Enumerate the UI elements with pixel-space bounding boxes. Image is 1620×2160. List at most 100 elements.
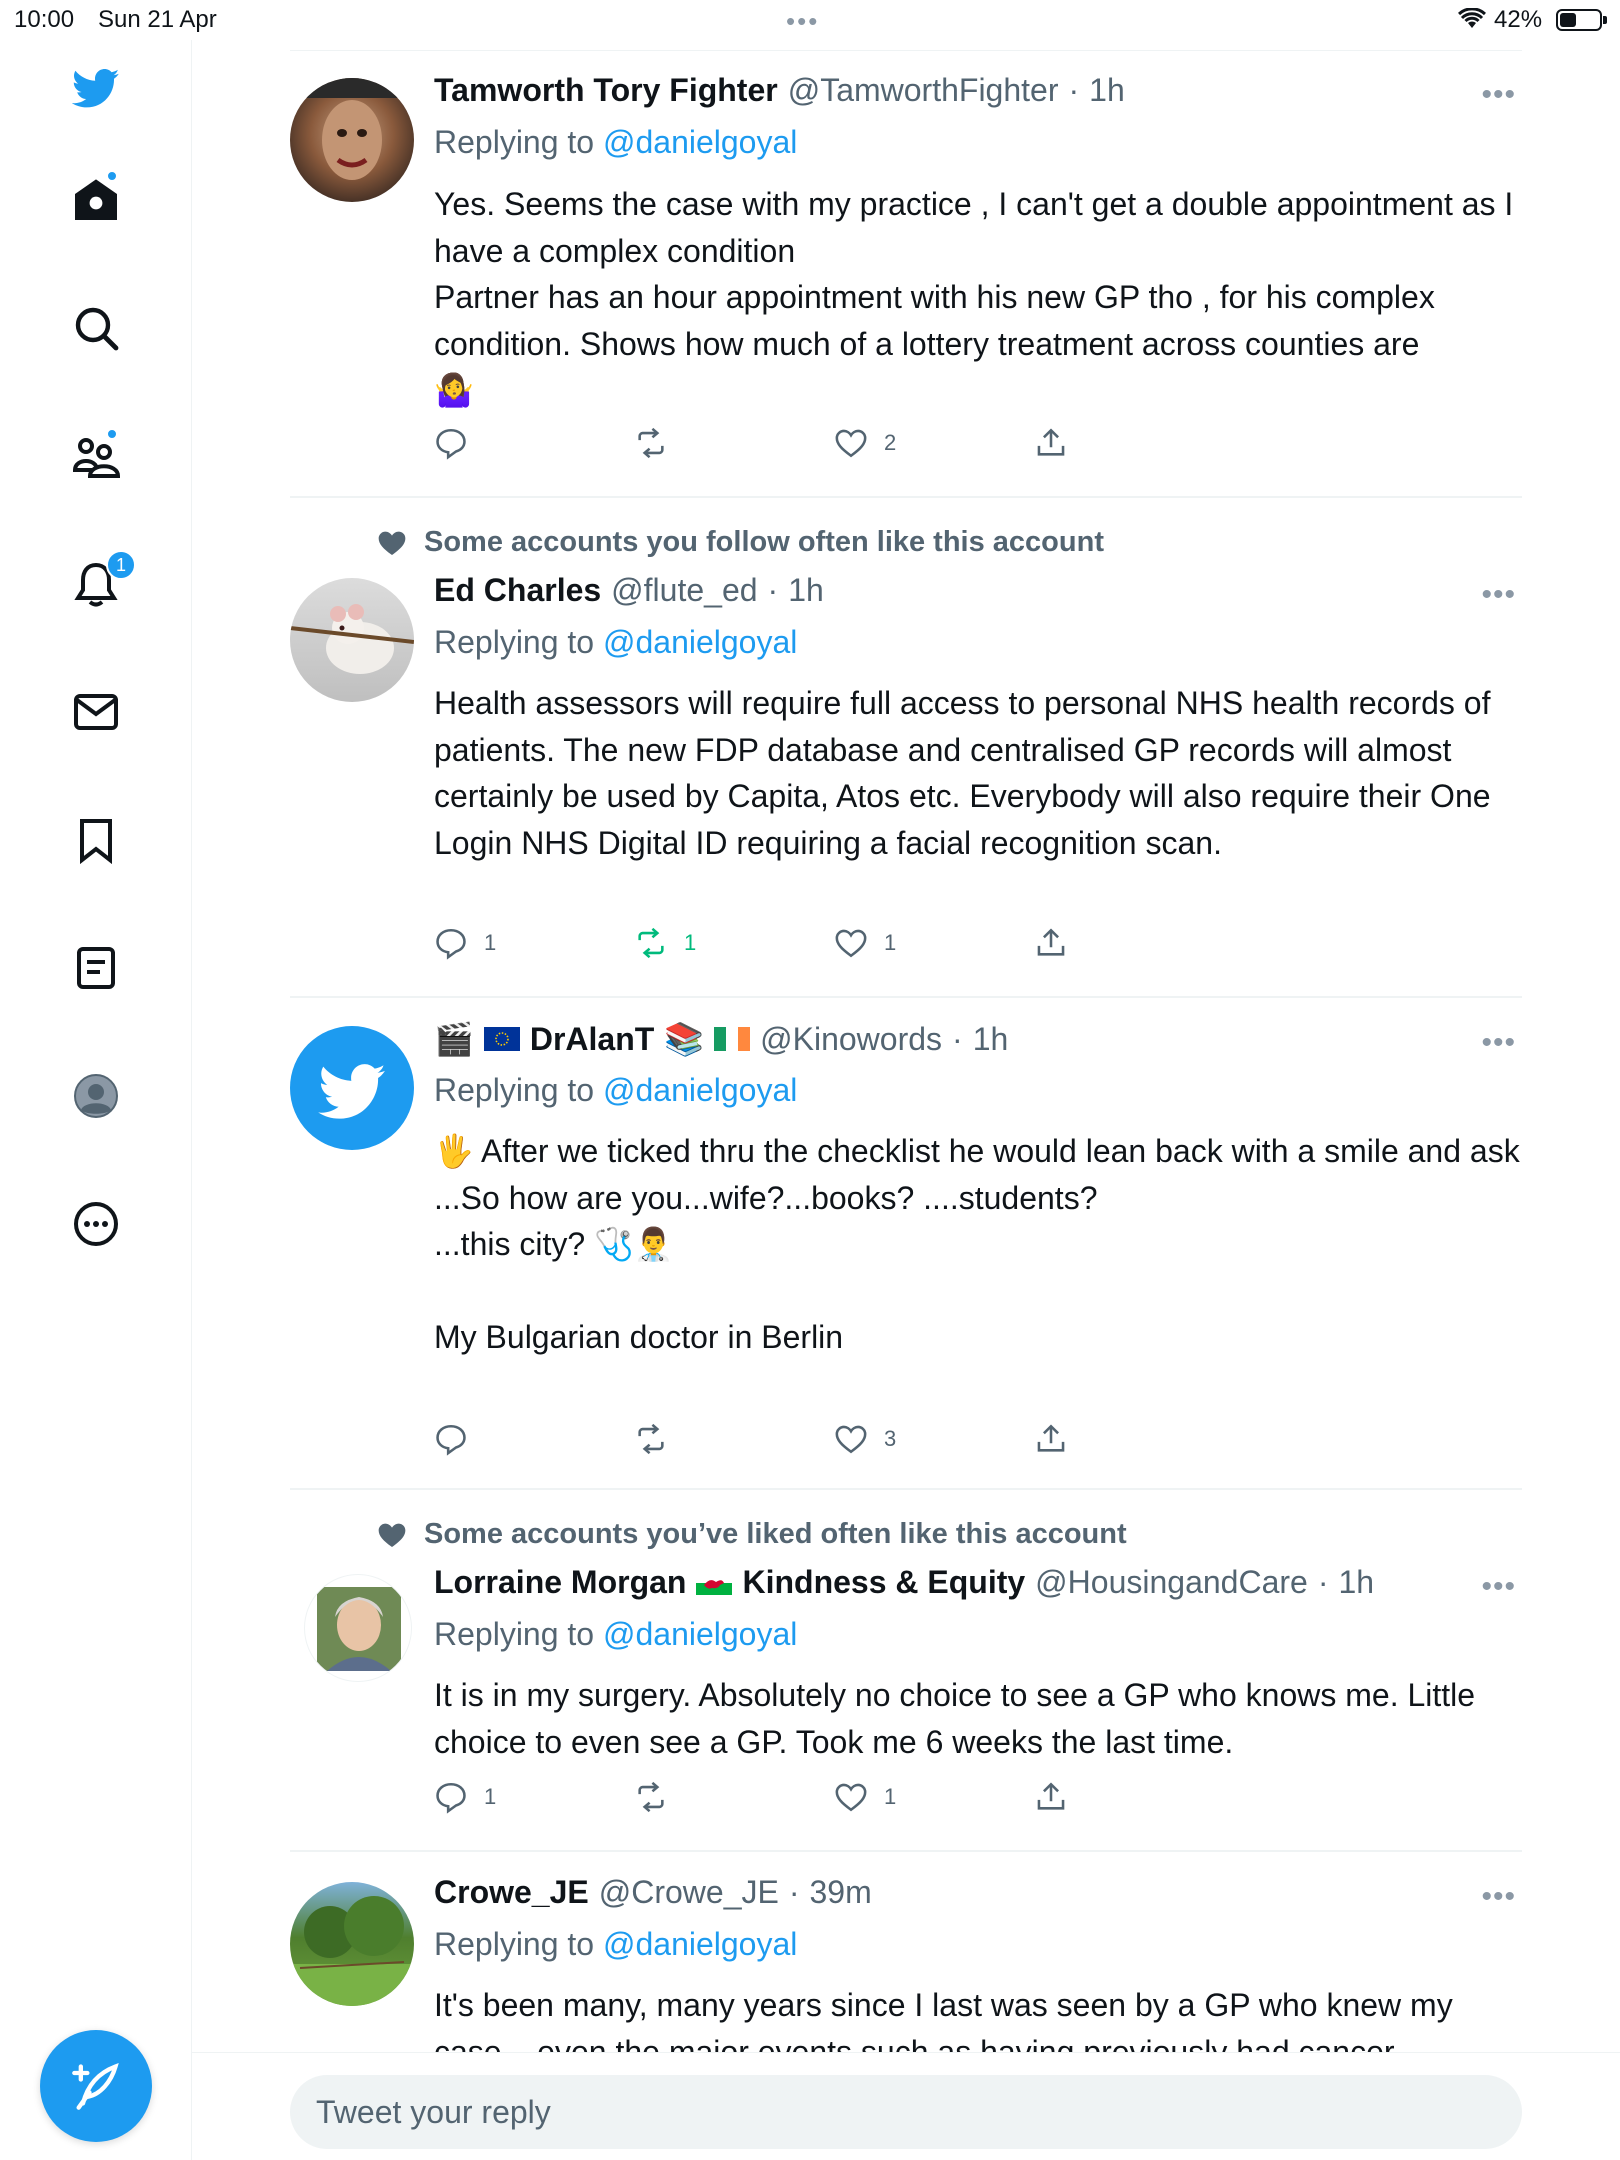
share-icon (1037, 1424, 1065, 1452)
more-options-icon[interactable]: ••• (1481, 1026, 1516, 1060)
tweet-body: Yes. Seems the case with my practice , I… (434, 186, 1514, 408)
avatar[interactable] (290, 578, 414, 702)
lists-icon[interactable] (66, 938, 126, 998)
share-icon (1037, 1782, 1065, 1810)
multitasking-dots-icon[interactable]: ••• (786, 6, 819, 37)
user-handle[interactable]: @TamworthFighter (788, 72, 1059, 109)
avatar[interactable] (304, 1574, 412, 1682)
tweet-ed-charles[interactable]: Some accounts you follow often like this… (290, 498, 1522, 998)
social-context-text: Some accounts you follow often like this… (424, 526, 1104, 558)
more-options-icon[interactable]: ••• (1481, 1570, 1516, 1604)
reply-count: 1 (484, 930, 497, 955)
sidebar: 1 (0, 40, 192, 2160)
heart-icon (378, 531, 406, 555)
like-count: 3 (884, 1426, 897, 1451)
retweet-button[interactable] (634, 426, 684, 460)
name-emoji-clapper: 🎬 (434, 1021, 474, 1057)
tweet-time[interactable]: 1h (973, 1021, 1009, 1058)
mention-link[interactable]: @danielgoyal (603, 1616, 797, 1652)
retweet-button[interactable] (634, 1422, 684, 1456)
tweet-body: It is in my surgery. Absolutely no choic… (434, 1677, 1476, 1760)
mention-link[interactable]: @danielgoyal (603, 124, 797, 160)
like-count: 1 (884, 930, 897, 955)
like-button[interactable]: 3 (834, 1422, 896, 1456)
communities-icon[interactable] (66, 426, 126, 486)
compose-tweet-button[interactable] (40, 2030, 152, 2142)
tweet-tamworth[interactable]: Tamworth Tory Fighter @TamworthFighter ·… (290, 50, 1522, 498)
tweet-time[interactable]: 1h (1338, 1564, 1374, 1601)
avatar[interactable] (290, 1026, 414, 1150)
like-button[interactable]: 2 (834, 426, 896, 460)
messages-envelope-icon[interactable] (66, 682, 126, 742)
reply-button[interactable]: 1 (434, 926, 496, 960)
reply-button[interactable]: 1 (434, 1780, 496, 1814)
like-count: 1 (884, 1784, 897, 1809)
display-name[interactable]: Lorraine Morgan (434, 1564, 686, 1601)
like-button[interactable]: 1 (834, 926, 896, 960)
retweet-button[interactable]: 1 (634, 926, 696, 960)
retweet-button[interactable] (634, 1780, 684, 1814)
wifi-icon (1457, 7, 1487, 37)
share-button[interactable] (1034, 926, 1068, 960)
notifications-bell-icon[interactable]: 1 (66, 550, 136, 614)
tweet-time[interactable]: 39m (809, 1874, 871, 1911)
retweet-count: 1 (684, 930, 697, 955)
display-name[interactable]: Crowe_JE (434, 1874, 589, 1911)
profile-avatar-icon[interactable] (66, 1066, 126, 1126)
reply-button[interactable] (434, 426, 484, 460)
more-options-icon[interactable]: ••• (1481, 1880, 1516, 1914)
avatar[interactable] (290, 1882, 414, 2006)
reply-input[interactable]: Tweet your reply (290, 2075, 1522, 2149)
display-name[interactable]: DrAlanT (530, 1021, 654, 1058)
tweet-time[interactable]: 1h (788, 572, 824, 609)
mention-link[interactable]: @danielgoyal (603, 1072, 797, 1108)
more-options-icon[interactable] (66, 1194, 126, 1254)
wales-flag-icon (696, 1570, 733, 1595)
twitter-logo-icon[interactable] (66, 58, 126, 118)
share-button[interactable] (1034, 1422, 1068, 1456)
replying-to-label: Replying to (434, 1072, 595, 1108)
mention-link[interactable]: @danielgoyal (603, 624, 797, 660)
user-handle[interactable]: @HousingandCare (1035, 1564, 1308, 1601)
reply-bar: Tweet your reply (192, 2052, 1620, 2160)
tweet-time[interactable]: 1h (1089, 72, 1125, 109)
display-name[interactable]: Tamworth Tory Fighter (434, 72, 778, 109)
replying-to: Replying to @danielgoyal (434, 1926, 797, 1963)
retweet-icon (638, 1423, 664, 1455)
replying-to-label: Replying to (434, 1616, 595, 1652)
user-handle[interactable]: @Kinowords (760, 1021, 942, 1058)
heart-icon (835, 1783, 867, 1812)
reply-icon (436, 928, 466, 960)
share-button[interactable] (1034, 1780, 1068, 1814)
reply-button[interactable] (434, 1422, 484, 1456)
display-name[interactable]: Ed Charles (434, 572, 601, 609)
tweet-dralant[interactable]: 🎬 DrAlanT 📚 @Kinowords · 1h ••• Replying… (290, 998, 1522, 1490)
avatar[interactable] (290, 78, 414, 202)
more-options-icon[interactable]: ••• (1481, 78, 1516, 112)
ireland-flag-icon (714, 1027, 751, 1051)
tweet-body: 🖐 After we ticked thru the checklist he … (434, 1133, 1520, 1355)
tweet-body: It's been many, many years since I last … (434, 1987, 1453, 2052)
status-date: Sun 21 Apr (98, 6, 217, 33)
tweet-lorraine-morgan[interactable]: Some accounts you’ve liked often like th… (290, 1490, 1522, 1852)
user-handle[interactable]: @Crowe_JE (599, 1874, 779, 1911)
tweet-header: Crowe_JE @Crowe_JE · 39m (434, 1874, 872, 1911)
replying-to-label: Replying to (434, 624, 595, 660)
like-button[interactable]: 1 (834, 1780, 896, 1814)
tweet-header: Lorraine Morgan Kindness & Equity @Housi… (434, 1564, 1374, 1601)
reply-icon (436, 1424, 466, 1456)
display-name-suffix[interactable]: Kindness & Equity (742, 1564, 1025, 1601)
reply-icon (436, 428, 466, 460)
reply-icon (436, 1782, 466, 1814)
user-handle[interactable]: @flute_ed (611, 572, 757, 609)
mention-link[interactable]: @danielgoyal (603, 1926, 797, 1962)
home-icon[interactable] (66, 170, 126, 230)
search-icon[interactable] (66, 298, 126, 358)
tweet-actions: 3 (434, 1422, 1094, 1462)
battery-percentage: 42% (1494, 6, 1543, 33)
bookmark-icon[interactable] (66, 810, 126, 870)
retweet-icon (638, 427, 664, 459)
more-options-icon[interactable]: ••• (1481, 578, 1516, 612)
share-button[interactable] (1034, 426, 1068, 460)
tweet-crowe-je[interactable]: Crowe_JE @Crowe_JE · 39m ••• Replying to… (290, 1852, 1522, 2052)
